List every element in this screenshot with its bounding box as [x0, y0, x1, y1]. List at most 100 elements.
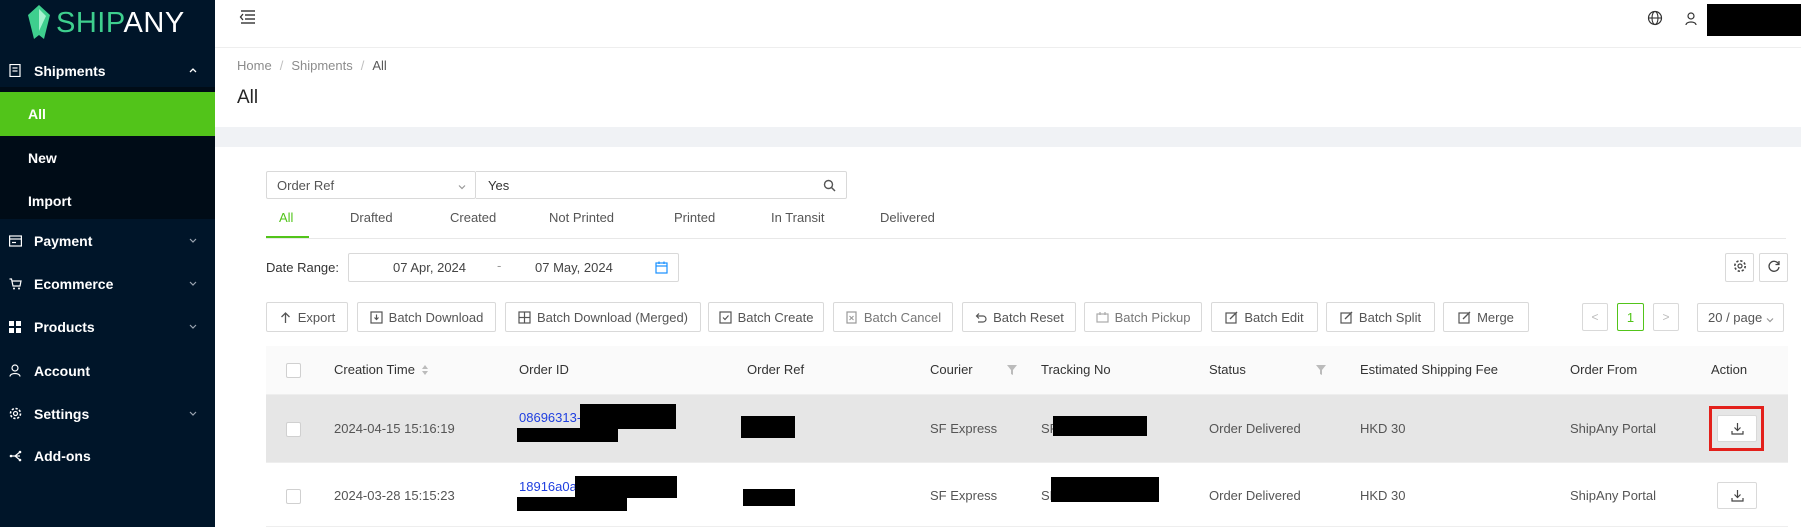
- batch-pickup-button[interactable]: Batch Pickup: [1084, 302, 1202, 332]
- order-id-link[interactable]: 18916a0a-: [519, 479, 581, 494]
- batch-download-merged-label: Batch Download (Merged): [536, 309, 689, 325]
- breadcrumb-home[interactable]: Home: [237, 58, 272, 73]
- pagination-prev-button[interactable]: <: [1582, 303, 1608, 331]
- gear-icon: [8, 407, 22, 421]
- status-cell: Order Delivered: [1209, 421, 1301, 436]
- batch-download-button[interactable]: Batch Download: [357, 302, 496, 332]
- batch-download-merged-button[interactable]: Batch Download (Merged): [505, 302, 701, 332]
- sidebar-item-payment[interactable]: Payment: [0, 219, 215, 262]
- column-header-order-id: Order ID: [519, 362, 569, 377]
- column-header-action: Action: [1711, 362, 1747, 377]
- pagination-current-page[interactable]: 1: [1617, 303, 1644, 331]
- table-row[interactable]: 2024-03-28 15:15:23 18916a0a- SF Express…: [266, 463, 1788, 527]
- order-id-link[interactable]: 08696313-: [519, 410, 581, 425]
- search-input[interactable]: Yes: [476, 171, 847, 199]
- page-size-value: 20 / page: [1708, 310, 1763, 325]
- column-header-courier: Courier: [930, 362, 1017, 377]
- pagination-next-button[interactable]: >: [1653, 303, 1679, 331]
- batch-split-button[interactable]: Batch Split: [1326, 302, 1435, 332]
- sidebar-item-label: Ecommerce: [34, 275, 114, 292]
- sidebar-item-products[interactable]: Products: [0, 305, 215, 348]
- column-header-label: Creation Time: [334, 362, 415, 377]
- page-title: All: [237, 87, 259, 108]
- redacted-user-name[interactable]: [1707, 4, 1801, 36]
- download-label-button[interactable]: [1717, 482, 1757, 509]
- batch-cancel-button[interactable]: Batch Cancel: [833, 302, 953, 332]
- redacted-order-ref: [743, 489, 795, 506]
- tab-all[interactable]: All: [279, 210, 293, 225]
- gear-icon: [1733, 259, 1747, 276]
- breadcrumb-shipments[interactable]: Shipments: [291, 58, 352, 73]
- chevron-down-icon: [1765, 313, 1775, 323]
- filter-icon[interactable]: [1315, 364, 1326, 375]
- table-row[interactable]: 2024-04-15 15:16:19 08696313- SF Express…: [266, 395, 1788, 463]
- edit-icon: [1225, 311, 1238, 324]
- courier-cell: SF Express: [930, 421, 998, 436]
- sidebar-item-settings[interactable]: Settings: [0, 392, 215, 435]
- logo[interactable]: SHIPANY: [0, 0, 215, 46]
- sidebar-subitem-all[interactable]: All: [0, 92, 215, 136]
- page-size-select[interactable]: 20 / page: [1697, 303, 1784, 332]
- split-icon: [1340, 311, 1353, 324]
- creation-time-cell: 2024-03-28 15:15:23: [334, 488, 455, 503]
- row-checkbox[interactable]: [286, 489, 301, 504]
- batch-reset-button[interactable]: Batch Reset: [962, 302, 1076, 332]
- logo-text: SHIPANY: [56, 6, 185, 39]
- globe-icon[interactable]: [1647, 10, 1663, 26]
- column-header-order-ref: Order Ref: [747, 362, 804, 377]
- batch-edit-button[interactable]: Batch Edit: [1211, 302, 1318, 332]
- search-field-select[interactable]: Order Ref: [266, 171, 476, 199]
- merge-download-icon: [518, 310, 531, 324]
- chevron-left-icon: <: [1591, 310, 1599, 324]
- date-from[interactable]: 07 Apr, 2024: [393, 260, 466, 275]
- search-icon[interactable]: [823, 179, 836, 192]
- menu-fold-icon[interactable]: [237, 8, 257, 26]
- column-header-order-from: Order From: [1570, 362, 1637, 377]
- tab-created[interactable]: Created: [450, 210, 496, 225]
- sidebar-item-shipments[interactable]: Shipments: [0, 49, 215, 92]
- download-box-icon: [370, 310, 383, 324]
- column-settings-button[interactable]: [1725, 253, 1754, 282]
- breadcrumb-current: All: [372, 58, 387, 73]
- date-to[interactable]: 07 May, 2024: [535, 260, 613, 275]
- filter-icon[interactable]: [1006, 364, 1017, 375]
- column-header-label: Tracking No: [1041, 362, 1111, 377]
- redacted-order-id: [580, 404, 676, 429]
- user-icon[interactable]: [1685, 12, 1697, 26]
- sidebar-item-label: Add-ons: [34, 447, 91, 464]
- tab-in-transit[interactable]: In Transit: [771, 210, 824, 225]
- tab-printed[interactable]: Printed: [674, 210, 715, 225]
- sidebar-item-label: Shipments: [34, 62, 106, 79]
- batch-create-button[interactable]: Batch Create: [708, 302, 824, 332]
- chevron-down-icon: [187, 406, 199, 418]
- export-label: Export: [297, 309, 336, 325]
- sidebar-item-add-ons[interactable]: Add-ons: [0, 434, 215, 477]
- tab-not-printed[interactable]: Not Printed: [549, 210, 614, 225]
- column-header-creation-time[interactable]: Creation Time: [334, 362, 429, 377]
- top-header: [215, 0, 1801, 48]
- breadcrumb-separator: /: [360, 58, 365, 73]
- table-header: Creation Time Order ID Order Ref Courier…: [266, 346, 1788, 395]
- sort-icon[interactable]: [421, 364, 429, 376]
- sidebar-subitem-new[interactable]: New: [0, 136, 215, 180]
- column-header-label: Order Ref: [747, 362, 805, 377]
- sidebar-subitem-import[interactable]: Import: [0, 179, 215, 223]
- sidebar-item-ecommerce[interactable]: Ecommerce: [0, 262, 215, 305]
- batch-pickup-label: Batch Pickup: [1114, 309, 1191, 325]
- date-range-picker[interactable]: 07 Apr, 2024 - 07 May, 2024: [348, 253, 679, 282]
- sidebar-item-label: Payment: [34, 232, 93, 249]
- tab-drafted[interactable]: Drafted: [350, 210, 393, 225]
- shipping-fee-cell: HKD 30: [1360, 488, 1406, 503]
- chevron-down-icon: [187, 233, 199, 245]
- batch-download-label: Batch Download: [388, 309, 484, 325]
- select-all-checkbox[interactable]: [286, 363, 301, 378]
- arrow-up-icon: [280, 311, 290, 323]
- merge-button[interactable]: Merge: [1443, 302, 1529, 332]
- tab-delivered[interactable]: Delivered: [880, 210, 935, 225]
- sidebar-item-account[interactable]: Account: [0, 349, 215, 392]
- refresh-button[interactable]: [1759, 253, 1788, 282]
- column-header-label: Order From: [1570, 362, 1638, 377]
- export-button[interactable]: Export: [266, 302, 348, 332]
- column-header-label: Courier: [930, 362, 973, 377]
- row-checkbox[interactable]: [286, 422, 301, 437]
